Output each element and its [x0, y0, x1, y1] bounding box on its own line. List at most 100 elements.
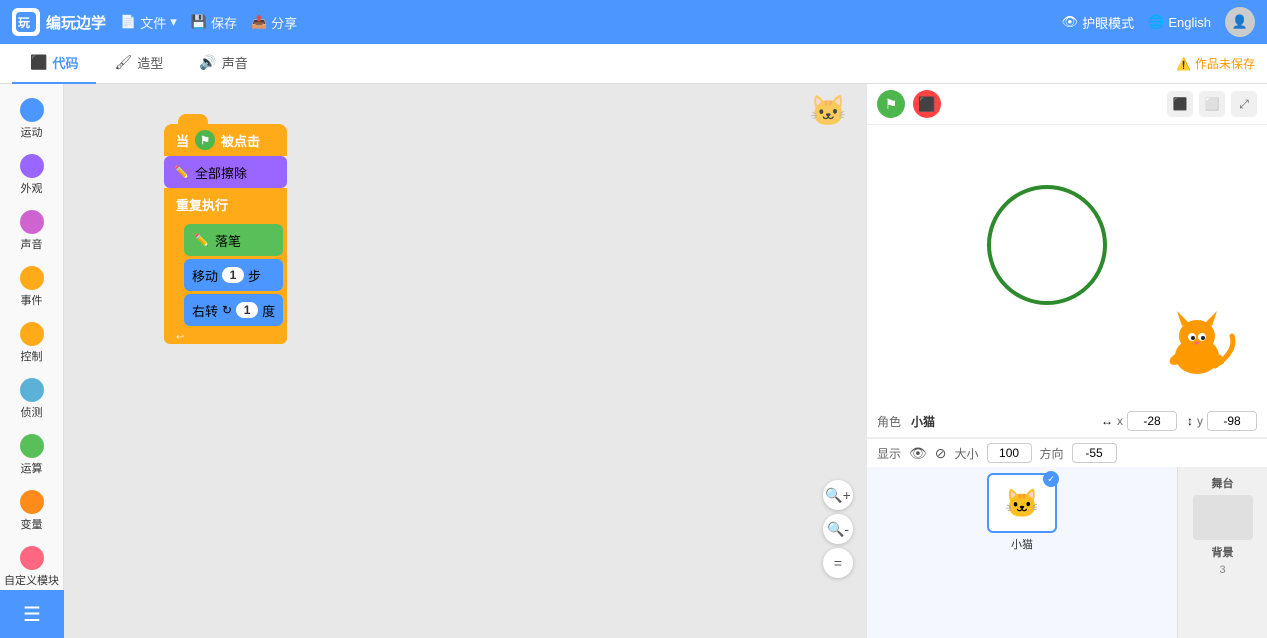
sprite-name: 小猫 [911, 413, 935, 430]
zoom-controls: 🔍+ 🔍- = [823, 480, 853, 578]
turn-clockwise-icon: ↻ [222, 303, 232, 317]
tab-sound[interactable]: 🔊 声音 [181, 44, 265, 84]
block-turn[interactable]: 右转 ↻ 1 度 [184, 294, 283, 326]
sidebar-item-events[interactable]: 事件 [0, 260, 63, 314]
repeat-curve-icon: ↩ [176, 332, 184, 343]
tab-code[interactable]: ⬛ 代码 [12, 44, 96, 84]
file-menu[interactable]: 📄 文件 ▾ [120, 13, 177, 32]
sprites-list: 🐱 ✓ 小猫 [867, 467, 1177, 638]
stop-button[interactable]: ⬛ [913, 90, 941, 118]
zoom-in-button[interactable]: 🔍+ [823, 480, 853, 510]
cat-sprite-stage [1157, 291, 1237, 395]
x-field: ↔ x [1101, 411, 1177, 431]
x-input[interactable] [1127, 411, 1177, 431]
tab-code-label: 代码 [52, 53, 78, 72]
sprite-label: 角色 [877, 413, 901, 430]
sidebar-item-sound[interactable]: 声音 [0, 204, 63, 258]
flag-icon: ⚑ [885, 96, 898, 113]
block-move[interactable]: 移动 1 步 [184, 259, 283, 291]
pen-erase-icon: ✏️ [174, 165, 189, 179]
dir-input[interactable] [1072, 443, 1117, 463]
share-button[interactable]: 📤 分享 [251, 13, 297, 32]
looks-label: 外观 [21, 180, 43, 196]
topbar-right: 👁 护眼模式 🌐 English 👤 [1062, 7, 1255, 37]
zoom-reset-button[interactable]: = [823, 548, 853, 578]
visible-icon[interactable]: 👁 [909, 445, 927, 462]
x-arrows-icon: ↔ [1101, 414, 1113, 428]
logo[interactable]: 玩 编玩边学 [12, 8, 106, 36]
operators-label: 运算 [21, 460, 43, 476]
block-repeat-bottom: ↩ [164, 330, 287, 344]
sidebar-item-motion[interactable]: 运动 [0, 92, 63, 146]
stage-mini-label: 舞台 [1212, 475, 1234, 491]
stop-icon: ⬛ [918, 96, 935, 113]
stage-small-icon: ⬛ [1173, 97, 1188, 111]
block-pen-down[interactable]: ✏️ 落笔 [184, 224, 283, 256]
events-label: 事件 [21, 292, 43, 308]
sidebar-item-variables[interactable]: 变量 [0, 484, 63, 538]
block-stack[interactable]: 当 ⚑ 被点击 ✏️ 全部擦除 重复执行 ✏️ 落笔 [164, 124, 287, 344]
bg-label: 背景 [1212, 544, 1234, 560]
warning-icon: ⚠️ [1176, 57, 1191, 71]
stage-small-button[interactable]: ⬛ [1167, 91, 1193, 117]
block-erase-all[interactable]: ✏️ 全部擦除 [164, 156, 287, 188]
stage-normal-button[interactable]: ⬜ [1199, 91, 1225, 117]
info-bar: 角色 小猫 ↔ x ↕ y [867, 405, 1267, 438]
add-extension-button[interactable]: ☰ [0, 590, 64, 638]
main: 运动 外观 声音 事件 控制 侦测 运算 变量 [0, 84, 1267, 638]
myblocks-label: 自定义模块 [4, 572, 59, 588]
x-label: x [1117, 414, 1123, 428]
sidebar-item-myblocks[interactable]: 自定义模块 [0, 540, 63, 594]
stage-fullscreen-button[interactable]: ⤢ [1231, 91, 1257, 117]
zoom-out-icon: 🔍- [827, 521, 849, 538]
eye-mode-label: 护眼模式 [1082, 13, 1134, 32]
dir-label: 方向 [1040, 445, 1064, 462]
turn-num[interactable]: 1 [236, 302, 258, 318]
variables-dot [20, 490, 44, 514]
hat-when-label: 当 [176, 131, 189, 150]
control-dot [20, 322, 44, 346]
size-label: 大小 [955, 445, 979, 462]
pen-down-icon: ✏️ [194, 233, 209, 247]
stage-mini[interactable]: 舞台 背景 3 [1177, 467, 1267, 638]
sidebar-item-control[interactable]: 控制 [0, 316, 63, 370]
zoom-out-button[interactable]: 🔍- [823, 514, 853, 544]
topbar: 玩 编玩边学 📄 文件 ▾ 💾 保存 📤 分享 👁 护眼模式 🌐 English [0, 0, 1267, 44]
sidebar-item-operators[interactable]: 运算 [0, 428, 63, 482]
language-button[interactable]: 🌐 English [1148, 14, 1211, 30]
green-flag-button[interactable]: ⚑ [877, 90, 905, 118]
zoom-in-icon: 🔍+ [825, 487, 851, 504]
sidebar-item-looks[interactable]: 外观 [0, 148, 63, 202]
logo-text: 编玩边学 [46, 12, 106, 33]
variables-label: 变量 [21, 516, 43, 532]
erase-label: 全部擦除 [195, 163, 247, 182]
sensing-label: 侦测 [21, 404, 43, 420]
eye-mode-icon: 👁 [1062, 14, 1079, 30]
save-button[interactable]: 💾 保存 [191, 13, 237, 32]
operators-dot [20, 434, 44, 458]
size-input[interactable] [987, 443, 1032, 463]
save-label: 保存 [211, 13, 237, 32]
blocks-area[interactable]: 🐱 当 ⚑ 被点击 ✏️ 全部擦除 重复执行 [64, 84, 867, 638]
y-field: ↕ y [1187, 411, 1257, 431]
sound-label: 声音 [21, 236, 43, 252]
tab-costume[interactable]: 🖌 造型 [96, 44, 181, 84]
eye-mode-button[interactable]: 👁 护眼模式 [1062, 13, 1135, 32]
control-label: 控制 [21, 348, 43, 364]
y-input[interactable] [1207, 411, 1257, 431]
move-num[interactable]: 1 [222, 267, 244, 283]
user-avatar[interactable]: 👤 [1225, 7, 1255, 37]
block-repeat[interactable]: 重复执行 ✏️ 落笔 移动 1 步 右转 [164, 188, 287, 344]
sprite-cat-name: 小猫 [1011, 536, 1033, 552]
stage-content [867, 125, 1267, 405]
block-repeat-header: 重复执行 [164, 188, 287, 220]
stage-mini-preview [1193, 495, 1253, 540]
sprite-cat-thumb[interactable]: 🐱 ✓ 小猫 [873, 473, 1171, 552]
share-label: 分享 [271, 13, 297, 32]
block-when-flag-clicked[interactable]: 当 ⚑ 被点击 [164, 124, 287, 156]
sidebar-item-sensing[interactable]: 侦测 [0, 372, 63, 426]
green-flag-icon: ⚑ [195, 130, 215, 150]
code-tab-icon: ⬛ [30, 54, 47, 71]
hidden-icon[interactable]: ⊘ [935, 445, 947, 462]
stage-normal-icon: ⬜ [1205, 97, 1220, 111]
